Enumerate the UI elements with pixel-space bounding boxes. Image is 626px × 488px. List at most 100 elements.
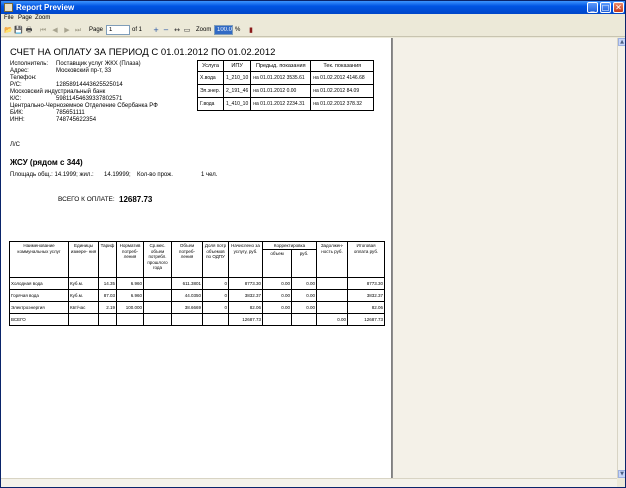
ks-value: 59811454639337802571 xyxy=(56,96,123,102)
zoom-in-icon[interactable]: + xyxy=(152,26,160,34)
row-cell: 82.06 xyxy=(228,301,263,314)
preview-area[interactable]: СЧЕТ НА ОПЛАТУ ЗА ПЕРИОД С 01.01.2012 ПО… xyxy=(1,38,617,478)
page-number-input[interactable] xyxy=(106,25,130,35)
row-cell: 14.35 xyxy=(98,277,117,290)
meter-header-previous: Предыд. показания xyxy=(250,60,312,72)
executor-label: Исполнитель: xyxy=(10,61,49,67)
meter-cell: на 01.02.2012 378.32 xyxy=(310,97,375,111)
page-label: Page xyxy=(89,27,104,33)
save-icon[interactable]: 💾 xyxy=(14,26,23,34)
meter-cell: на 01.02.2012 84.09 xyxy=(310,84,375,98)
row-cell: 3832.37 xyxy=(347,289,386,302)
total-due-value: 12687.73 xyxy=(119,195,153,204)
row-cell: 0.00 xyxy=(290,277,318,290)
table-row-total: ВСЕГО 12687.73 0.00 12687.73 xyxy=(9,313,386,326)
meter-row: Эл.энер. 2_191_46 на 01.01.2012 0.00 на … xyxy=(197,84,375,98)
area-living: 14.19999; xyxy=(104,172,131,178)
row-cell xyxy=(143,313,172,326)
header-avg: Ср.мес. объем потребл. прошлого года xyxy=(143,241,172,278)
last-page-icon[interactable]: ⏭ xyxy=(74,26,82,34)
row-cell xyxy=(316,301,349,314)
menu-zoom[interactable]: Zoom xyxy=(35,15,50,22)
residents-label: Кол-во прож. xyxy=(137,172,173,178)
report-page: СЧЕТ НА ОПЛАТУ ЗА ПЕРИОД С 01.01.2012 ПО… xyxy=(1,38,391,478)
meter-cell: на 01.02.2012 4146.68 xyxy=(310,71,375,85)
row-cell: Холодная вода xyxy=(9,277,69,290)
open-icon[interactable]: 📂 xyxy=(4,26,13,34)
title-bar[interactable]: Report Preview _ □ ✕ xyxy=(1,1,625,14)
meter-cell: Г.вода xyxy=(197,97,224,111)
meter-cell: Х.вода xyxy=(197,71,224,85)
meter-row: Г.вода 1_410_10 на 01.01.2012 2234.31 на… xyxy=(197,97,375,111)
menu-file[interactable]: File xyxy=(4,15,14,22)
area-text: Площадь общ.: 14.1999; жил.: xyxy=(10,172,94,178)
fit-page-icon[interactable]: ▭ xyxy=(183,26,191,34)
app-icon xyxy=(4,3,13,12)
row-cell: ВСЕГО xyxy=(9,313,69,326)
row-cell: 44.0350 xyxy=(171,289,203,302)
rs-label: Р/С: xyxy=(10,82,22,88)
object-name: ЖСУ (рядом с 344) xyxy=(10,158,83,167)
vertical-scrollbar[interactable]: ▲ ▼ xyxy=(617,38,625,478)
report-preview-window: Report Preview _ □ ✕ File Page Zoom 📂 💾 … xyxy=(0,0,626,488)
horizontal-scrollbar[interactable] xyxy=(1,478,617,487)
header-unit: Единицы измере- ния xyxy=(68,241,99,278)
total-due-label: ВСЕГО К ОПЛАТЕ: xyxy=(58,196,115,203)
first-page-icon[interactable]: ⏮ xyxy=(39,26,47,34)
header-correction: Корректировка xyxy=(261,241,318,250)
meter-header-ipu: ИПУ xyxy=(222,60,252,72)
meter-cell: 1_410_10 xyxy=(222,97,252,111)
row-cell: 0.00 xyxy=(262,289,292,302)
meter-cell: 2_191_46 xyxy=(222,84,252,98)
next-page-icon[interactable]: ▶ xyxy=(63,26,71,34)
bank-branch: Центрально-Черноземное Отделение Сбербан… xyxy=(10,103,158,109)
menu-page[interactable]: Page xyxy=(18,15,32,22)
header-charged: Начислено за услугу, руб. xyxy=(228,241,263,278)
row-cell: 6.960 xyxy=(116,277,144,290)
row-cell xyxy=(143,301,172,314)
row-cell: 2.19 xyxy=(98,301,117,314)
row-cell xyxy=(316,277,349,290)
row-cell xyxy=(202,313,229,326)
row-cell: 0.00 xyxy=(262,277,292,290)
header-service: Наименование коммунальных услуг xyxy=(9,241,69,278)
header-total: Итоговая оплата руб. xyxy=(347,241,386,278)
zoom-out-icon[interactable]: − xyxy=(162,26,170,34)
row-cell: 0.00 xyxy=(290,289,318,302)
print-icon[interactable]: 🖶 xyxy=(25,26,33,34)
close-button[interactable]: ✕ xyxy=(613,2,624,13)
menu-bar: File Page Zoom xyxy=(1,14,625,23)
row-cell xyxy=(143,277,172,290)
meter-header-current: Тек. показания xyxy=(310,60,375,72)
row-cell: 0.00 xyxy=(262,301,292,314)
document-title: СЧЕТ НА ОПЛАТУ ЗА ПЕРИОД С 01.01.2012 ПО… xyxy=(10,47,276,58)
page-count-label: of 1 xyxy=(132,27,143,33)
address-value: Московский пр-т, 33 xyxy=(56,68,112,74)
scroll-down-icon[interactable]: ▼ xyxy=(618,470,625,478)
meter-header-service: Услуга xyxy=(197,60,224,72)
row-cell: Горячая вода xyxy=(9,289,69,302)
maximize-button[interactable]: □ xyxy=(600,2,611,13)
bik-label: БИК: xyxy=(10,110,24,116)
row-cell: 8773.30 xyxy=(347,277,386,290)
meter-cell: на 01.01.2012 0.00 xyxy=(250,84,312,98)
row-cell: 0.00 xyxy=(316,313,349,326)
row-cell xyxy=(143,289,172,302)
prev-page-icon[interactable]: ◀ xyxy=(51,26,59,34)
row-cell: 0 xyxy=(202,277,229,290)
row-cell: Куб.м. xyxy=(68,289,99,302)
minimize-button[interactable]: _ xyxy=(587,2,598,13)
meter-cell: 1_210_10 xyxy=(222,71,252,85)
header-tariff: Тариф xyxy=(98,241,117,278)
charges-table: Наименование коммунальных услуг Единицы … xyxy=(9,241,386,326)
bik-value: 785651111 xyxy=(56,110,85,116)
header-volume: Объем потреб- ления xyxy=(171,241,203,278)
fit-width-icon[interactable]: ↔ xyxy=(173,26,181,34)
zoom-input[interactable] xyxy=(214,25,233,35)
header-correction-rub: руб. xyxy=(290,249,318,278)
close-preview-icon[interactable]: ▮ xyxy=(247,26,255,34)
header-odpu: Доля потр объемов по ОДПУ xyxy=(202,241,229,278)
row-cell: Квт/час xyxy=(68,301,99,314)
row-cell: 12687.73 xyxy=(347,313,386,326)
scroll-up-icon[interactable]: ▲ xyxy=(618,38,625,46)
